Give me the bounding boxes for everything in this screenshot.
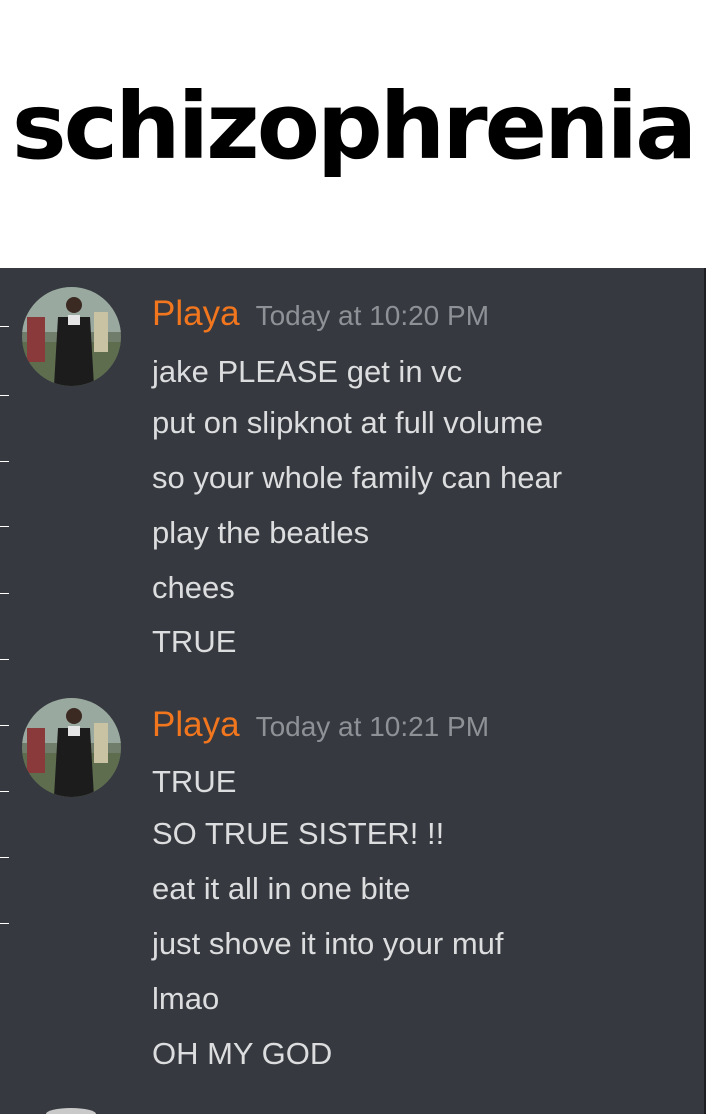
timestamp: Today at 10:21 PM: [255, 711, 490, 742]
message-line: put on slipknot at full volume: [152, 405, 544, 440]
gutter-tick: [0, 593, 9, 594]
user-avatar-icon[interactable]: [22, 698, 121, 797]
gutter-tick: [0, 725, 9, 726]
gutter-tick: [0, 395, 9, 396]
message-line: TRUE: [152, 764, 237, 799]
message-header: Playa Today at 10:20 PM: [152, 294, 489, 334]
username[interactable]: Playa: [152, 705, 240, 744]
gutter-tick: [0, 923, 9, 924]
message-line: eat it all in one bite: [152, 871, 411, 906]
gutter-tick: [0, 791, 9, 792]
message-line: SO TRUE SISTER! !!: [152, 816, 445, 851]
message-line: jake PLEASE get in vc: [152, 354, 463, 389]
message-line: chees: [152, 570, 235, 605]
message-header: Playa Today at 10:21 PM: [152, 705, 489, 745]
user-avatar-icon[interactable]: [22, 287, 121, 386]
username[interactable]: Playa: [152, 294, 240, 333]
timestamp: Today at 10:20 PM: [255, 300, 490, 331]
message-line: just shove it into your muf: [152, 926, 504, 961]
meme-title: schizophrenia: [11, 73, 697, 180]
gutter-tick: [0, 461, 9, 462]
gutter-tick: [0, 526, 9, 527]
gutter-tick: [0, 659, 9, 660]
gutter-tick: [0, 857, 9, 858]
next-avatar-partial-icon: [46, 1108, 96, 1114]
meme-title-area: schizophrenia: [0, 0, 706, 268]
message-line: lmao: [152, 981, 220, 1016]
message-line: play the beatles: [152, 515, 370, 550]
chat-panel: [0, 268, 706, 1114]
message-line: TRUE: [152, 624, 237, 659]
gutter-tick: [0, 326, 9, 327]
message-line: so your whole family can hear: [152, 460, 563, 495]
message-line: OH MY GOD: [152, 1036, 333, 1071]
